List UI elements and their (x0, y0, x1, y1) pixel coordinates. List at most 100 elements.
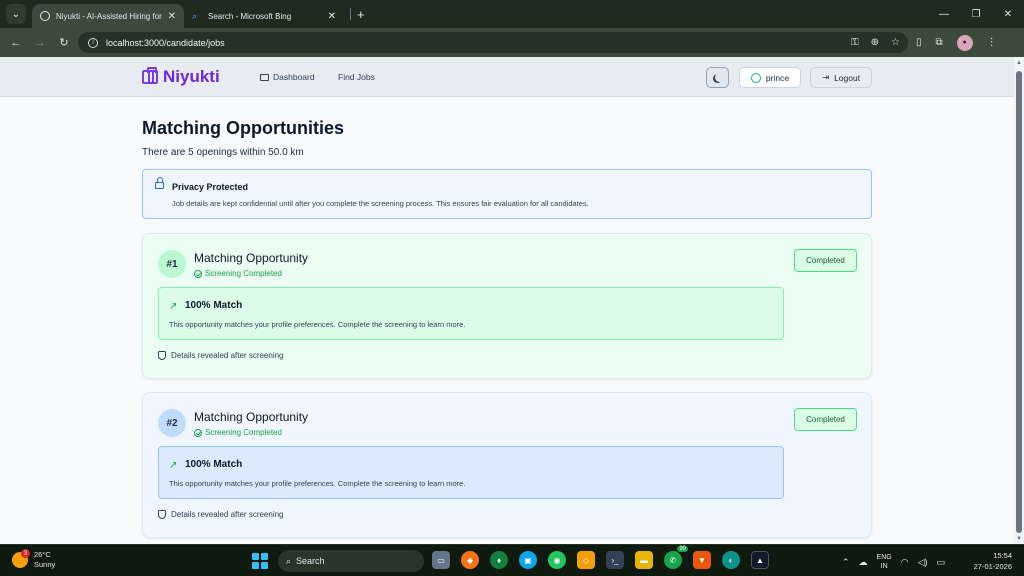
tab-bing[interactable]: ⌕ Search - Microsoft Bing ✕ (184, 4, 344, 28)
extensions-icon[interactable]: ⧉ (936, 37, 943, 48)
zoom-icon[interactable]: ⊕ (871, 37, 879, 48)
match-description: This opportunity matches your profile pr… (169, 479, 466, 488)
git-icon[interactable]: ◇ (577, 551, 595, 569)
key-icon[interactable]: ⚿ (851, 37, 859, 48)
scrollbar-thumb[interactable] (1016, 71, 1022, 533)
task-view-icon[interactable]: ▭ (432, 551, 450, 569)
file-explorer-icon[interactable]: ▬ (635, 551, 653, 569)
card-title: Matching Opportunity (194, 251, 309, 265)
weather-temp: 26°C (34, 550, 51, 559)
address-bar[interactable]: i localhost:3000/candidate/jobs ⚿ ⊕ ☆ (78, 32, 908, 53)
brand-name: Niyukti (163, 67, 220, 86)
close-window-icon[interactable]: ✕ (992, 0, 1024, 28)
theme-toggle-button[interactable] (706, 67, 729, 88)
close-icon[interactable]: ✕ (168, 11, 176, 22)
battery-icon[interactable]: ▭ (937, 557, 946, 568)
new-tab-button[interactable]: + (357, 7, 365, 22)
screening-status: Screening Completed (194, 269, 282, 278)
window-controls: — ❐ ✕ (928, 0, 1024, 28)
edge-icon[interactable]: ◐ (722, 551, 740, 569)
postman-icon[interactable]: ◆ (461, 551, 479, 569)
screening-status-label: Screening Completed (205, 428, 282, 437)
check-circle-icon (194, 428, 202, 437)
taskbar-search[interactable]: ⌕ Search (278, 550, 424, 572)
system-tray: ⌃ ☁ ENG IN ◠ ◁) ▭ (842, 553, 945, 571)
page-title: Matching Opportunities (142, 118, 344, 138)
close-icon[interactable]: ✕ (328, 11, 336, 22)
trending-up-icon: ↗ (169, 301, 178, 312)
user-name: prince (765, 72, 790, 83)
mongodb-icon[interactable]: ♦ (490, 551, 508, 569)
weather-alert-count: 3 (21, 549, 30, 558)
check-circle-icon (194, 269, 202, 278)
restore-icon[interactable]: ❐ (960, 0, 992, 28)
minimize-icon[interactable]: — (928, 0, 960, 28)
logout-label: Logout (834, 72, 861, 83)
brand-logo[interactable]: Niyukti (142, 67, 220, 87)
app-icon[interactable]: ▲ (751, 551, 769, 569)
app-header: Niyukti Dashboard Find Jobs prince ⇥ Log… (0, 57, 1014, 97)
rank-badge: #1 (158, 250, 186, 278)
job-card[interactable]: #2 Matching Opportunity Screening Comple… (142, 392, 872, 538)
scroll-up-icon[interactable]: ▲ (1016, 60, 1022, 66)
status-badge: Completed (794, 249, 857, 272)
whatsapp-icon[interactable]: ✆ 99 (664, 546, 688, 569)
search-icon: ⌕ (192, 11, 198, 21)
logout-button[interactable]: ⇥ Logout (810, 67, 872, 88)
details-note: Details revealed after screening (158, 351, 284, 360)
whatsapp-badge: 99 (677, 546, 688, 552)
tab-title: Niyukti - AI-Assisted Hiring for (56, 11, 162, 21)
nav-dashboard[interactable]: Dashboard (260, 72, 315, 82)
site-info-icon[interactable]: i (88, 37, 98, 48)
reload-icon[interactable]: ↻ (52, 36, 76, 49)
screening-status: Screening Completed (194, 428, 282, 437)
dashboard-icon (260, 73, 269, 81)
sun-icon: 3 (12, 549, 30, 568)
browser-toolbar: ← → ↻ i localhost:3000/candidate/jobs ⚿ … (0, 28, 1024, 57)
nav-find-jobs[interactable]: Find Jobs (338, 72, 375, 82)
profile-avatar[interactable]: ● (956, 34, 973, 51)
page-subtitle: There are 5 openings within 50.0 km (142, 147, 304, 158)
card-title: Matching Opportunity (194, 410, 309, 424)
rank-badge: #2 (158, 409, 186, 437)
globe-icon (40, 11, 50, 21)
match-box: ↗ 100% Match This opportunity matches yo… (158, 287, 784, 340)
taskbar-clock[interactable]: 15:54 27-01-2026 (974, 550, 1012, 572)
windows-taskbar: 3 26°C Sunny ⌕ Search ▭ ◆ ♦ ▣ ◉ ◇ ›_ ▬ ✆… (0, 544, 1024, 576)
star-icon[interactable]: ☆ (891, 37, 900, 48)
forward-icon[interactable]: → (28, 37, 52, 49)
clock-time: 15:54 (993, 551, 1012, 560)
shield-icon (158, 510, 166, 519)
tab-niyukti[interactable]: Niyukti - AI-Assisted Hiring for ✕ (32, 4, 184, 28)
page-scrollbar[interactable]: ▲ ▼ (1014, 57, 1024, 544)
cloud-icon[interactable]: ☁ (859, 557, 868, 568)
clock-date: 27-01-2026 (973, 562, 1012, 571)
brave-icon[interactable]: ▼ (693, 551, 711, 569)
weather-widget[interactable]: 3 26°C Sunny (12, 549, 55, 570)
docker-icon[interactable]: ▣ (519, 551, 537, 569)
user-profile-button[interactable]: prince (739, 67, 801, 88)
language-indicator[interactable]: ENG IN (877, 553, 892, 571)
tab-device-icon[interactable]: ▯ (916, 37, 922, 48)
chrome-icon[interactable]: ◉ (548, 551, 566, 569)
tab-search-menu-button[interactable]: ⌄ (6, 4, 26, 24)
lang-bottom: IN (880, 563, 888, 570)
moon-icon (715, 73, 724, 82)
scroll-down-icon[interactable]: ▼ (1016, 536, 1022, 542)
more-menu-icon[interactable]: ⋮ (987, 37, 997, 48)
url-text: localhost:3000/candidate/jobs (106, 37, 225, 48)
nav-dashboard-label: Dashboard (273, 72, 315, 82)
lang-top: ENG (876, 554, 892, 561)
chevron-up-icon[interactable]: ⌃ (842, 557, 850, 568)
privacy-text: Job details are kept confidential until … (172, 199, 589, 208)
job-card[interactable]: #1 Matching Opportunity Screening Comple… (142, 233, 872, 379)
volume-icon[interactable]: ◁) (918, 557, 928, 568)
match-percent: 100% Match (185, 300, 243, 311)
back-icon[interactable]: ← (4, 37, 28, 49)
windows-start-icon[interactable] (252, 553, 268, 569)
privacy-notice: Privacy Protected Job details are kept c… (142, 169, 872, 219)
user-icon (750, 72, 761, 83)
tab-title: Search - Microsoft Bing (208, 11, 292, 21)
terminal-icon[interactable]: ›_ (606, 551, 624, 569)
wifi-icon[interactable]: ◠ (901, 557, 909, 568)
